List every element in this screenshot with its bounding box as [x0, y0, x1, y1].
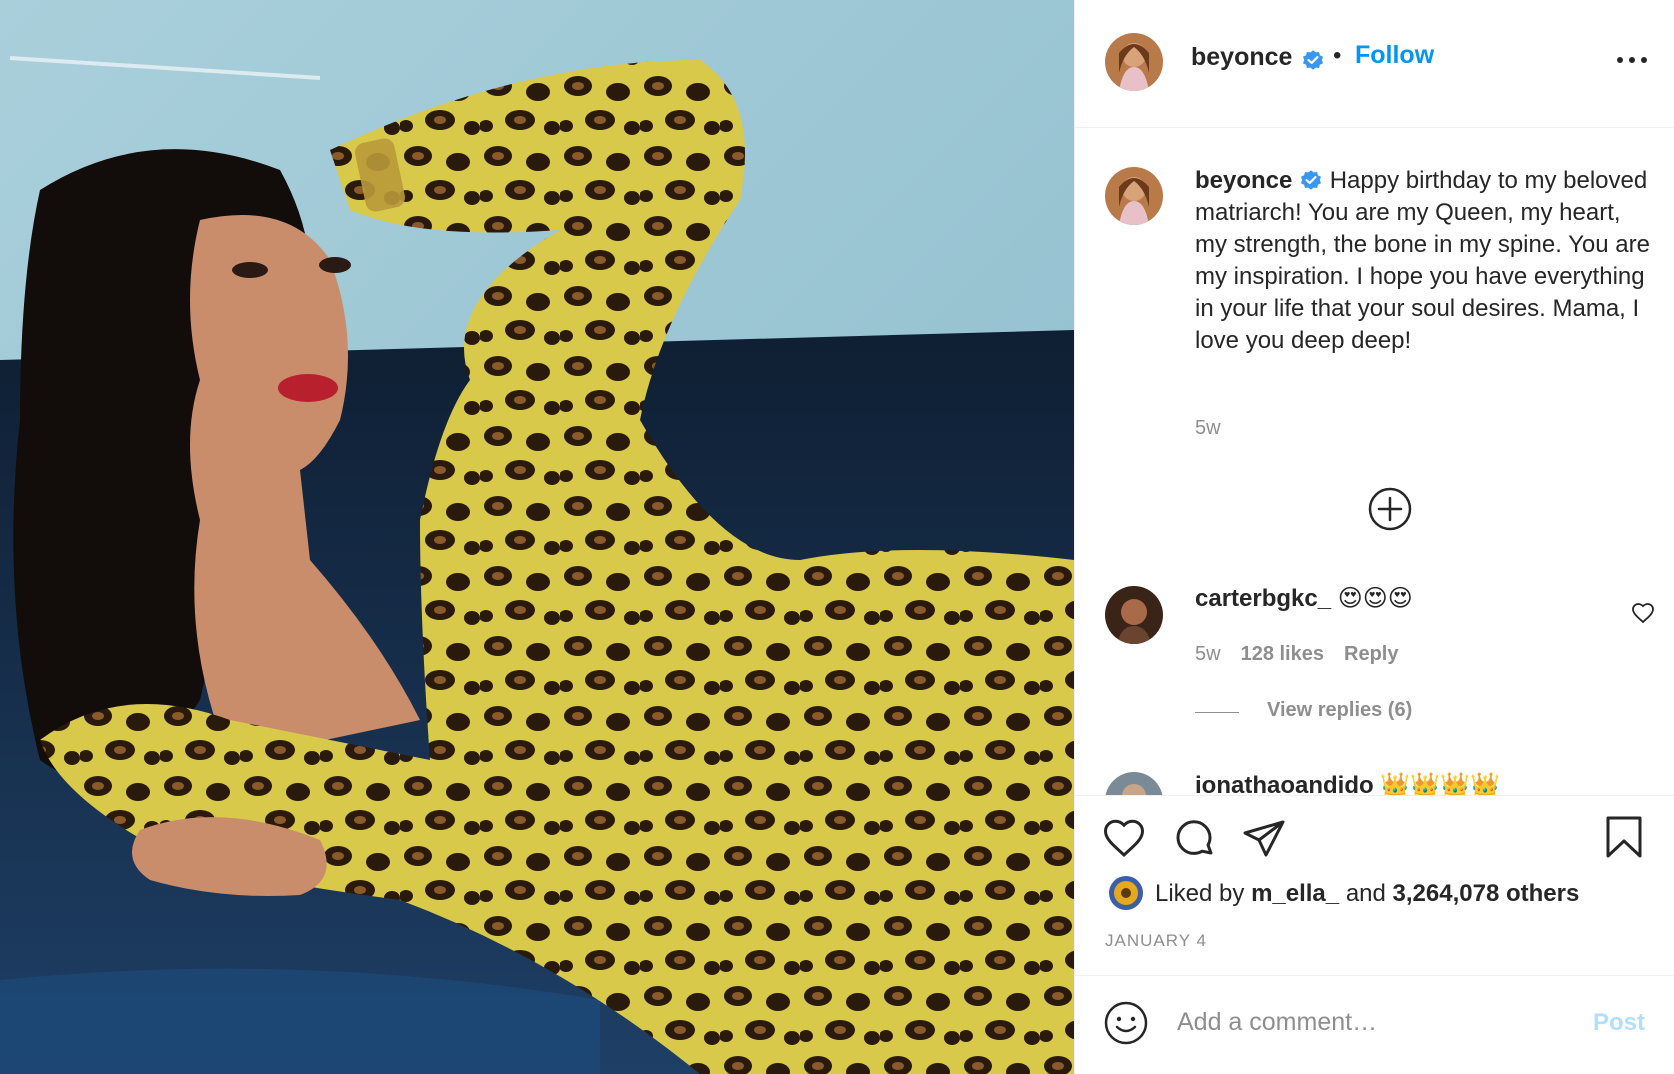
commenter-username[interactable]: ionathaoandido — [1195, 772, 1374, 795]
post-actions-section: Liked by m_ella_ and 3,264,078 others JA… — [1075, 795, 1674, 975]
comment-body: 👑👑👑👑 — [1380, 772, 1500, 795]
comment-body: 😍😍😍 — [1337, 585, 1413, 612]
comment-text: carterbgkc_ 😍😍😍 — [1195, 584, 1413, 613]
add-comment-input[interactable] — [1177, 998, 1557, 1046]
save-bookmark-icon[interactable] — [1601, 814, 1647, 860]
post-date[interactable]: JANUARY 4 — [1105, 931, 1207, 951]
liked-by-username[interactable]: m_ella_ — [1251, 880, 1339, 907]
share-paper-plane-icon[interactable] — [1241, 816, 1287, 862]
add-comment-bar: Post — [1075, 975, 1674, 1074]
follow-button[interactable]: Follow — [1355, 41, 1434, 70]
header-separator: • — [1333, 42, 1342, 69]
load-more-comments-icon[interactable] — [1367, 486, 1413, 532]
author-username[interactable]: beyonce — [1191, 43, 1292, 72]
replies-divider-line — [1195, 712, 1239, 713]
verified-badge-icon — [1303, 50, 1323, 70]
caption-timestamp[interactable]: 5w — [1195, 417, 1221, 440]
like-heart-icon[interactable] — [1101, 816, 1147, 862]
post-side-panel: beyonce • Follow beyonce Happy birthday … — [1074, 0, 1674, 1074]
view-replies-button[interactable]: View replies (6) — [1267, 699, 1412, 722]
comment-bubble-icon[interactable] — [1171, 816, 1217, 862]
liked-by-prefix: Liked by — [1155, 880, 1245, 907]
post-photo-image — [0, 0, 1074, 1074]
emoji-smiley-icon[interactable] — [1103, 1000, 1149, 1046]
liked-by-text: Liked by m_ella_ and 3,264,078 others — [1155, 880, 1579, 908]
reply-button[interactable]: Reply — [1344, 643, 1398, 665]
commenter-avatar[interactable] — [1105, 586, 1163, 644]
comment-text: ionathaoandido 👑👑👑👑 — [1195, 771, 1500, 795]
comment-likes-count[interactable]: 128 likes — [1241, 643, 1324, 665]
liked-by-and: and — [1345, 880, 1386, 907]
liker-avatar[interactable] — [1109, 876, 1143, 910]
caption-body: Happy birthday to my beloved matriarch! … — [1195, 167, 1650, 354]
commenter-avatar[interactable] — [1105, 772, 1163, 795]
post-header: beyonce • Follow — [1075, 0, 1674, 128]
caption-text: beyonce Happy birthday to my beloved mat… — [1195, 165, 1650, 357]
liked-by-others-count[interactable]: 3,264,078 others — [1393, 880, 1580, 907]
like-comment-heart-icon[interactable] — [1631, 601, 1655, 625]
comment-meta: 5w 128 likes Reply — [1195, 643, 1398, 666]
caption-author-avatar[interactable] — [1105, 167, 1163, 225]
commenter-username[interactable]: carterbgkc_ — [1195, 585, 1331, 612]
caption-username[interactable]: beyonce — [1195, 167, 1292, 194]
author-avatar[interactable] — [1105, 33, 1163, 91]
verified-badge-icon — [1301, 170, 1322, 190]
comments-list[interactable]: beyonce Happy birthday to my beloved mat… — [1075, 129, 1674, 795]
post-photo[interactable] — [0, 0, 1074, 1074]
comment-timestamp[interactable]: 5w — [1195, 643, 1221, 665]
post-comment-button[interactable]: Post — [1593, 1009, 1645, 1037]
more-options-icon[interactable] — [1615, 50, 1649, 70]
